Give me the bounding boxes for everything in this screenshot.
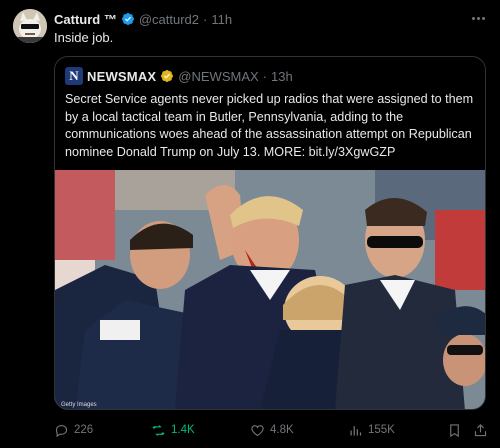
quoted-tweet[interactable]: N NEWSMAX @NEWSMAX · 13h Secret Service … (54, 56, 486, 410)
like-button[interactable]: 4.8K (250, 420, 294, 440)
views-count: 155K (368, 424, 395, 436)
quoted-timestamp[interactable]: 13h (271, 69, 293, 84)
verified-badge-icon[interactable] (121, 12, 135, 26)
quoted-tweet-text: Secret Service agents never picked up ra… (65, 92, 474, 159)
bookmark-icon (450, 423, 459, 437)
tweet[interactable]: Catturd ™ @catturd2 · 11h Inside job. N … (0, 0, 500, 448)
bookmark-button[interactable] (447, 420, 462, 440)
newsmax-logo: N (65, 67, 83, 85)
separator-dot: · (203, 11, 208, 27)
retweet-count: 1.4K (171, 424, 195, 436)
author-name[interactable]: Catturd ™ (54, 12, 117, 27)
quoted-author-name[interactable]: NEWSMAX (87, 69, 156, 84)
author-handle[interactable]: @catturd2 (139, 12, 199, 27)
photo-credit: Getty Images (61, 402, 97, 408)
quoted-author-handle[interactable]: @NEWSMAX (178, 69, 258, 84)
views-chart-icon (350, 425, 362, 435)
action-bar: 226 1.4K 4.8K 155K (54, 420, 488, 440)
timestamp[interactable]: 11h (211, 12, 232, 27)
reply-count: 226 (74, 424, 94, 436)
tweet-text: Inside job. (54, 30, 114, 45)
tweet-header: Catturd ™ @catturd2 · 11h (54, 10, 232, 28)
share-button[interactable] (473, 420, 488, 440)
separator-dot: · (262, 68, 268, 84)
quoted-header: N NEWSMAX @NEWSMAX · 13h (65, 67, 293, 85)
retweet-icon (152, 424, 165, 436)
like-count: 4.8K (270, 424, 294, 436)
reply-icon (55, 424, 68, 437)
news-photo[interactable]: Getty Images (55, 170, 485, 409)
verified-gold-badge-icon[interactable] (160, 69, 174, 83)
share-icon (474, 423, 487, 436)
retweet-button[interactable]: 1.4K (151, 420, 195, 440)
avatar[interactable] (13, 9, 47, 43)
heart-icon (251, 424, 264, 436)
views-button[interactable]: 155K (348, 420, 395, 440)
reply-button[interactable]: 226 (54, 420, 93, 440)
more-options-icon[interactable] (468, 10, 488, 26)
